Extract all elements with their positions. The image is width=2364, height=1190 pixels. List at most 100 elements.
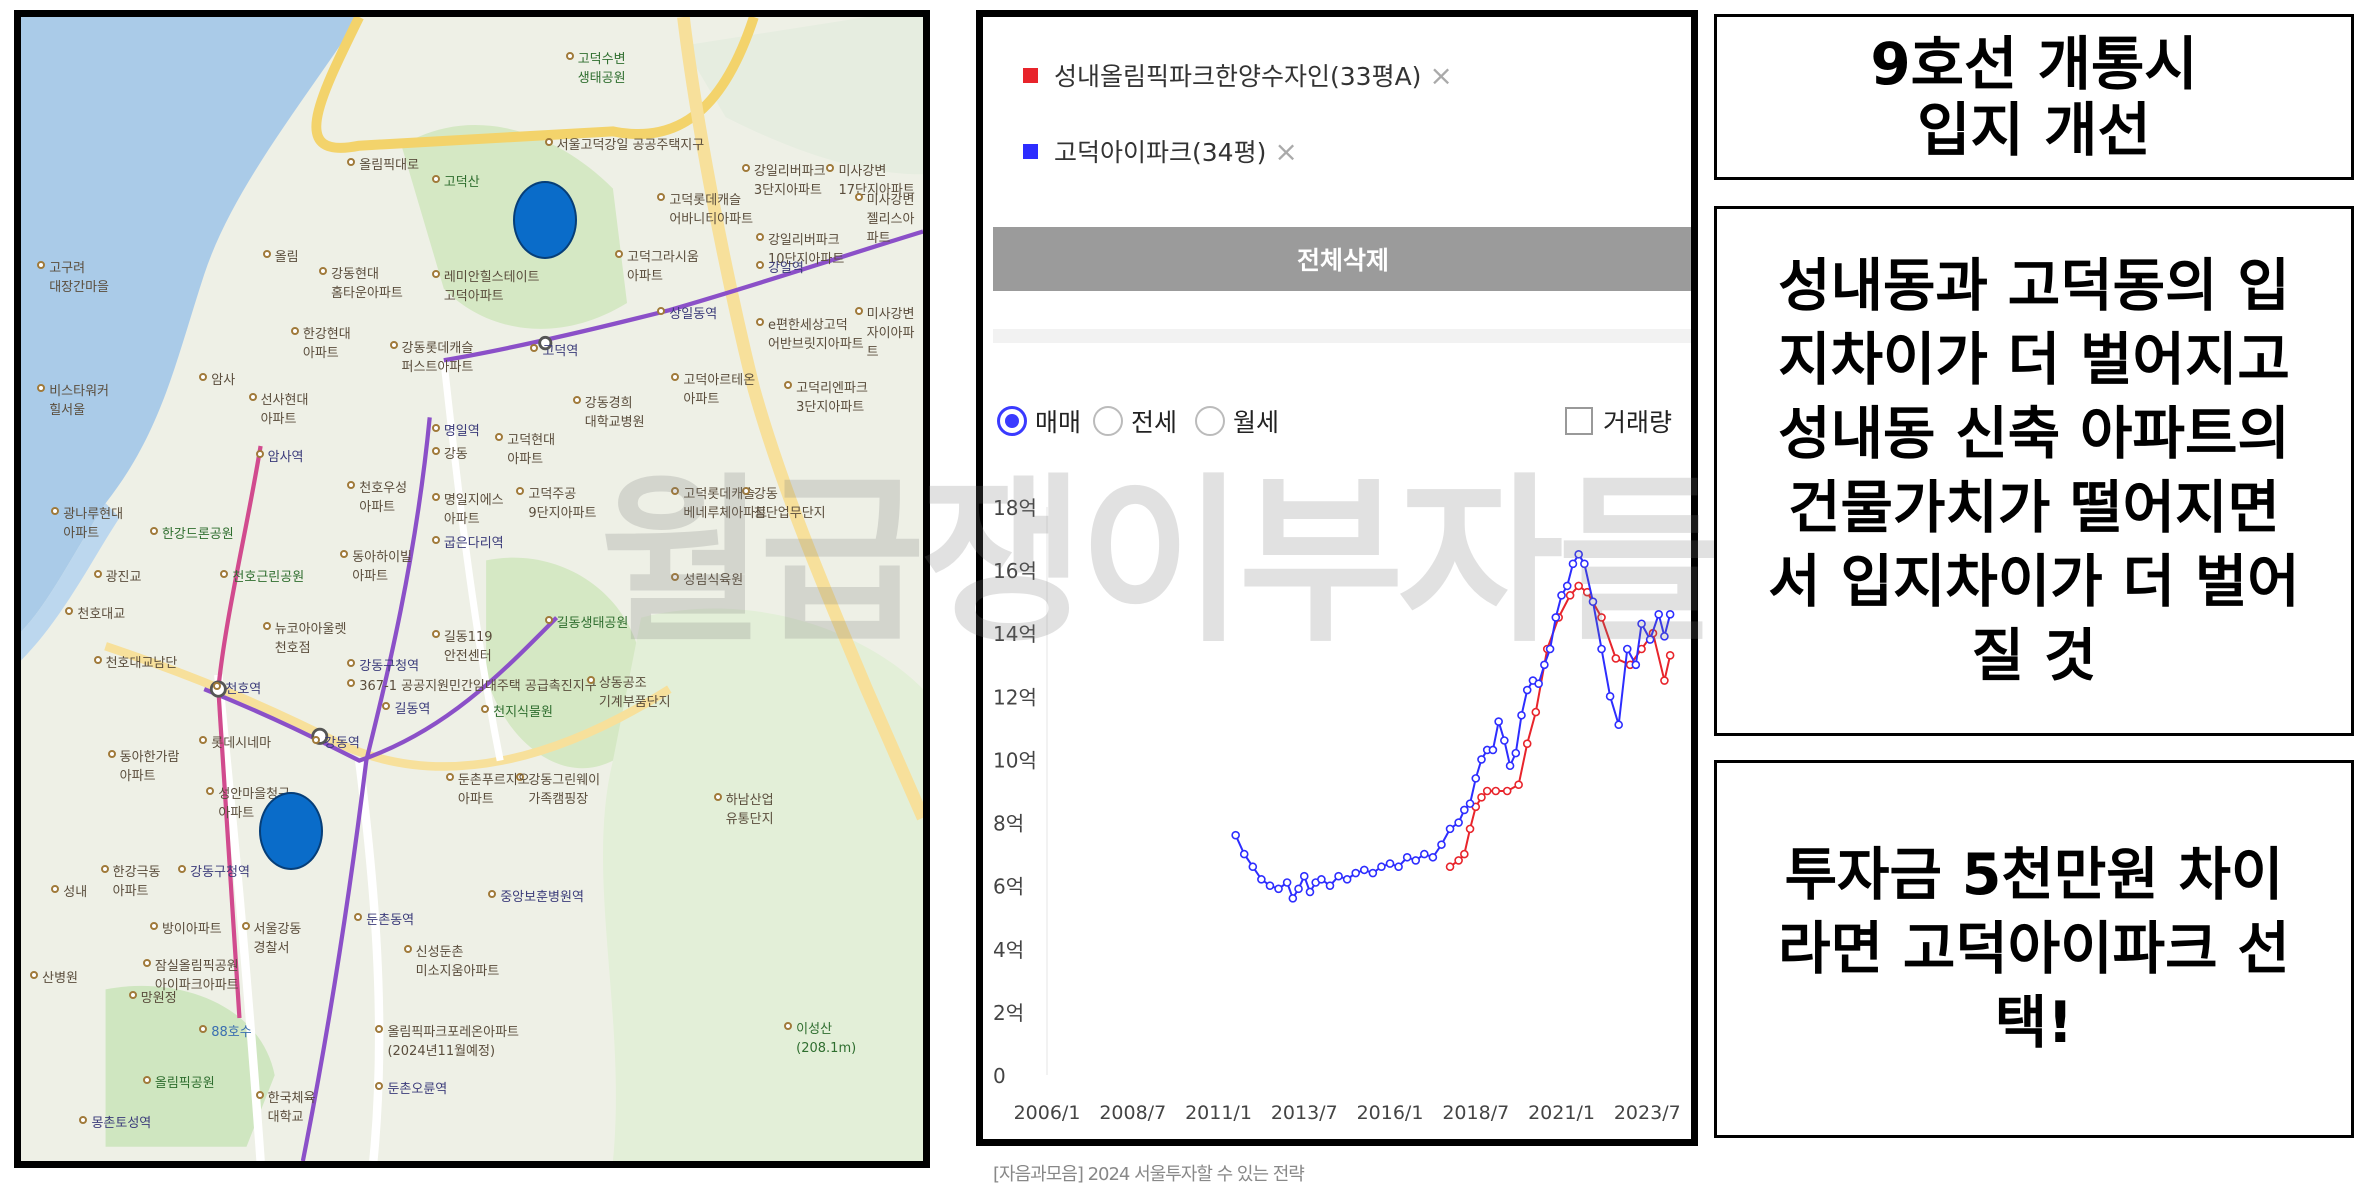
- delete-all-button[interactable]: 전체삭제: [993, 227, 1691, 291]
- map-label-text: 올림: [274, 249, 299, 265]
- series-point-1: [1351, 868, 1361, 878]
- poi-icon: [51, 884, 60, 893]
- series-point-1: [1562, 581, 1572, 591]
- map-label: 산병원: [30, 967, 78, 986]
- map-label-text: 광진교: [105, 570, 142, 586]
- map-label: 고덕그라시움 아파트: [615, 246, 699, 284]
- map-label: 둔촌오륜역: [375, 1078, 447, 1097]
- map-label-text: 암사: [211, 372, 236, 388]
- map-label: 367-1 공공지원민간임대주택 공급촉진지구: [347, 675, 597, 694]
- map-label: 강동경희 대학교병원: [572, 392, 645, 430]
- series-point-0: [1477, 793, 1486, 802]
- radio-wolse-icon[interactable]: [1195, 406, 1225, 436]
- series-point-1: [1471, 774, 1481, 783]
- map-label: 뉴코아아울렛 천호점: [262, 618, 346, 656]
- series-point-1: [1460, 805, 1469, 815]
- map-panel[interactable]: 고덕수변 생태공원 서울고덕강일 공공주택지구 올림픽대로 강일리버파크 3단지아파트…: [14, 10, 930, 1168]
- poi-icon: [255, 450, 264, 458]
- series-point-0: [1611, 654, 1621, 663]
- marker-gangdong-bottom[interactable]: [259, 792, 323, 870]
- map-label-text: 올림픽공원: [154, 1076, 215, 1092]
- series-point-1: [1305, 887, 1315, 897]
- close-icon[interactable]: ×: [1429, 59, 1452, 92]
- map-label-text: 고덕현대 아파트: [507, 432, 556, 467]
- map-label-text: e편한세상고덕 어반브릿지아파트: [767, 318, 864, 353]
- map-label-text: 선사현대 아파트: [260, 392, 309, 427]
- radio-option-wolse[interactable]: 월세: [1195, 403, 1279, 439]
- volume-toggle[interactable]: 거래량: [1565, 403, 1672, 439]
- map-label-text: 고덕아르테온 아파트: [683, 372, 756, 407]
- map-label-text: 한강현대 아파트: [302, 327, 351, 362]
- map-label: 천호대교: [65, 603, 125, 622]
- map-label: 광나루현대 아파트: [51, 503, 123, 541]
- series-point-1: [1385, 859, 1395, 868]
- map-label: 명일지에스 아파트: [431, 489, 504, 527]
- legend-item-seongnae[interactable]: 성내올림픽파크한양수자인(33평A) ×: [1023, 55, 1453, 95]
- map-label: 강동: [431, 443, 468, 462]
- map-label-text: 미사강변 젤리스아파트: [866, 192, 915, 246]
- marker-godeok-top[interactable]: [513, 181, 577, 259]
- map-label: 둔촌푸르지오 아파트: [445, 769, 530, 807]
- map-label-text: 동아하이빌 아파트: [352, 550, 413, 585]
- map-label: 길동119 안전센터: [431, 626, 493, 664]
- callout-box-line9: 9호선 개통시 입지 개선: [1714, 14, 2354, 180]
- map-label: 비스타워커 힐서울: [37, 380, 109, 418]
- map-label-text: 강동 첨단업무단지: [753, 487, 826, 522]
- map-label-text: 몽촌토성역: [91, 1116, 152, 1132]
- poi-icon: [213, 681, 222, 690]
- series-point-0: [1502, 786, 1512, 796]
- series-point-1: [1660, 632, 1669, 641]
- map-label-text: 올림픽파크포레온아파트 (2024년11월예정): [387, 1024, 519, 1059]
- map-label-text: 강동구청역: [190, 864, 250, 880]
- divider: [993, 329, 1691, 343]
- map-label: 강동구청역: [178, 861, 250, 880]
- series-point-1: [1568, 559, 1578, 569]
- series-point-1: [1614, 720, 1623, 730]
- close-icon[interactable]: ×: [1274, 135, 1297, 168]
- map-label: 망원정: [128, 987, 177, 1006]
- map-label-text: 둔촌동역: [366, 913, 415, 929]
- radio-jeonse-icon[interactable]: [1093, 406, 1123, 436]
- series-point-1: [1257, 875, 1266, 884]
- map-label-text: 동아한가람 아파트: [119, 750, 180, 785]
- series-point-1: [1580, 559, 1589, 569]
- series-point-1: [1511, 748, 1521, 758]
- y-tick-label: 18억: [993, 496, 1037, 520]
- chart-panel: 성내올림픽파크한양수자인(33평A) × 고덕아이파크(34평) × 전체삭제 …: [976, 10, 1698, 1146]
- map-label-text: 천호대교남단: [105, 655, 178, 671]
- map-label-text: 망원정: [140, 990, 177, 1006]
- map-label-text: 성림식육원: [683, 572, 744, 588]
- map-label: 미사강변 젤리스아파트: [854, 189, 923, 246]
- map-label-text: 상동공조 기계부품단지: [598, 675, 671, 710]
- map-label-text: 고구려 대장간마을: [49, 261, 109, 296]
- map-label: 고덕리엔파크 3단지아파트: [784, 377, 868, 415]
- map-label-text: 서울고덕강일 공공주택지구: [556, 138, 705, 154]
- radio-option-sale[interactable]: 매매: [997, 403, 1081, 439]
- source-caption: [자음과모음] 2024 서울투자할 수 있는 전략: [993, 1164, 1305, 1185]
- map-label-text: 천호우성 아파트: [359, 481, 408, 516]
- radio-label: 월세: [1233, 408, 1280, 437]
- series-point-1: [1394, 862, 1403, 872]
- series-point-1: [1505, 761, 1515, 771]
- map-label: 신성둔촌 미소지움아파트: [403, 941, 499, 979]
- series-point-1: [1274, 884, 1283, 894]
- map-label: 명일역: [431, 420, 480, 439]
- radio-sale-icon[interactable]: [997, 406, 1027, 436]
- series-point-1: [1645, 635, 1655, 644]
- poi-icon: [248, 392, 257, 401]
- series-point-0: [1445, 862, 1455, 872]
- series-point-1: [1282, 878, 1292, 887]
- map-label: 강일역: [755, 257, 804, 276]
- y-tick-label: 2억: [993, 1001, 1024, 1025]
- legend-item-godeok[interactable]: 고덕아이파크(34평) ×: [1023, 131, 1298, 171]
- poi-icon: [149, 921, 158, 930]
- series-point-1: [1294, 884, 1303, 894]
- series-point-0: [1514, 780, 1523, 789]
- volume-label: 거래량: [1603, 408, 1673, 437]
- radio-option-jeonse[interactable]: 전세: [1093, 403, 1177, 439]
- series-point-0: [1491, 786, 1501, 796]
- volume-checkbox[interactable]: [1565, 407, 1593, 435]
- map-label: 서울강동 경찰서: [241, 918, 301, 956]
- poi-icon: [142, 959, 151, 968]
- map-label: 고덕주공 9단지아파트: [516, 483, 596, 521]
